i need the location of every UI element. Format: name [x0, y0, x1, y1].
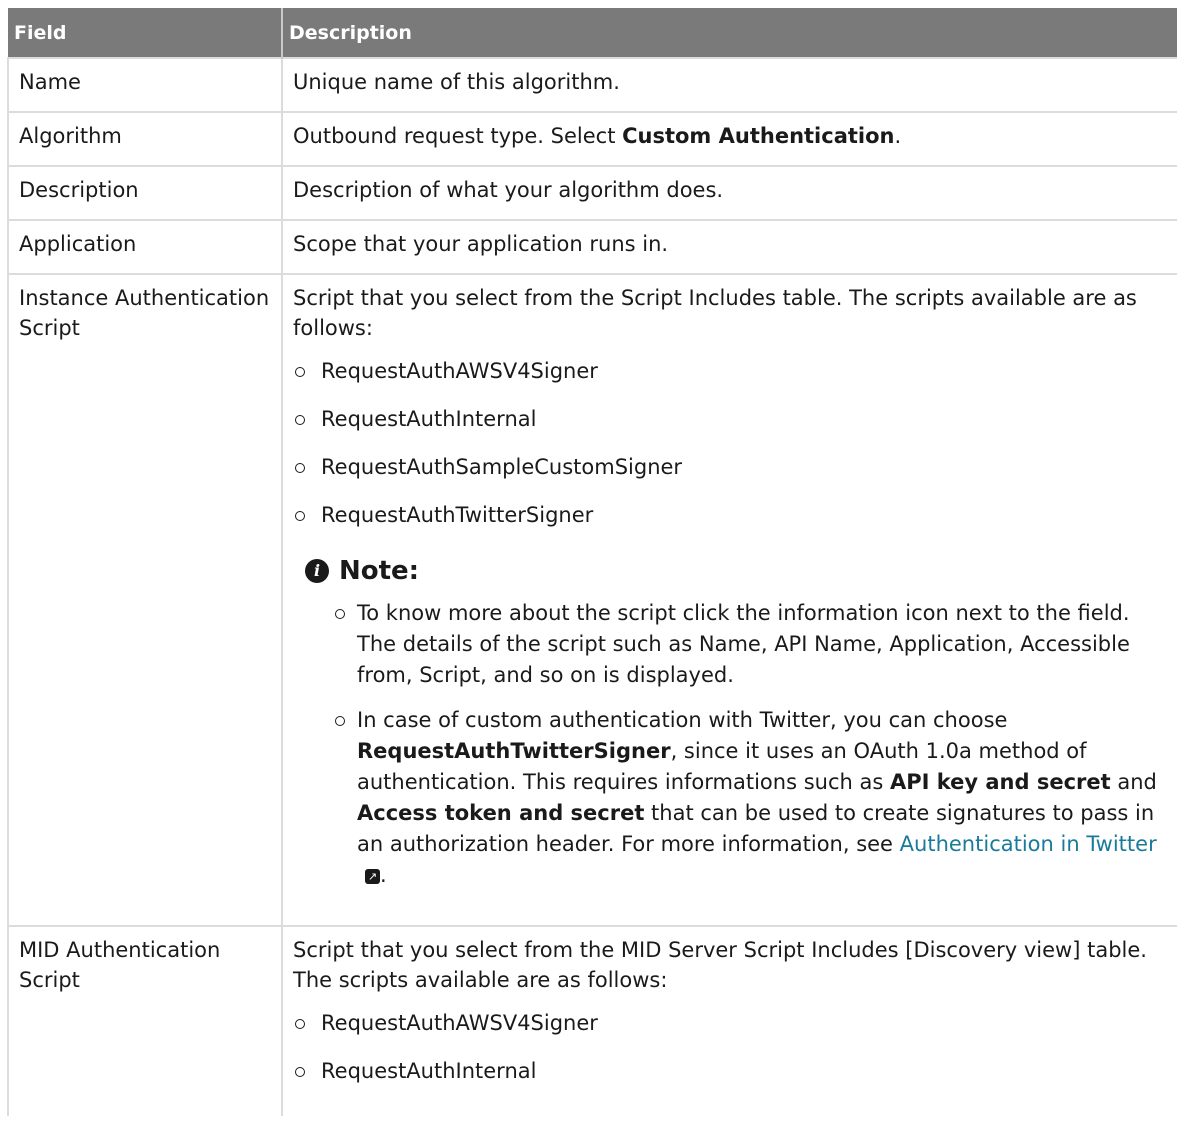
- header-description: Description: [281, 8, 1177, 58]
- text: Outbound request type. Select: [293, 124, 623, 148]
- info-icon: i: [305, 559, 329, 583]
- bold-text: Access token and secret: [357, 801, 645, 825]
- script-options-list: RequestAuthAWSV4Signer RequestAuthIntern…: [293, 1008, 1167, 1086]
- table-row: Instance Authentication Script Script th…: [7, 273, 1177, 926]
- field-cell: Description: [7, 165, 282, 220]
- note-title: Note:: [339, 556, 420, 586]
- text: .: [894, 124, 902, 148]
- bold-text: API key and secret: [889, 770, 1111, 794]
- bold-text: RequestAuthTwitterSigner: [357, 739, 671, 763]
- field-cell: Instance Authentication Script: [7, 273, 282, 926]
- note-box: i Note: To know more about the script cl…: [305, 556, 1167, 891]
- table-row: Description Description of what your alg…: [7, 165, 1177, 220]
- list-item: RequestAuthAWSV4Signer: [293, 1008, 1167, 1038]
- external-link-icon: ↗: [365, 869, 380, 884]
- note-heading: i Note:: [305, 556, 1167, 586]
- table-row: MID Authentication Script Script that yo…: [7, 925, 1177, 1116]
- list-item: RequestAuthInternal: [293, 1056, 1167, 1086]
- script-options-list: RequestAuthAWSV4Signer RequestAuthIntern…: [293, 356, 1167, 530]
- twitter-auth-link[interactable]: Authentication in Twitter: [900, 832, 1157, 856]
- text: In case of custom authentication with Tw…: [357, 708, 1008, 732]
- description-cell: Description of what your algorithm does.: [281, 165, 1177, 220]
- list-item: RequestAuthInternal: [293, 404, 1167, 434]
- list-item: RequestAuthAWSV4Signer: [293, 356, 1167, 386]
- bold-text: Custom Authentication: [622, 124, 895, 148]
- table-row: Algorithm Outbound request type. Select …: [7, 111, 1177, 166]
- table-row: Name Unique name of this algorithm.: [7, 57, 1177, 112]
- field-cell: MID Authentication Script: [7, 925, 282, 1116]
- field-cell: Algorithm: [7, 111, 282, 166]
- field-cell: Application: [7, 219, 282, 274]
- header-field: Field: [8, 8, 282, 58]
- list-item: In case of custom authentication with Tw…: [335, 705, 1167, 891]
- description-cell: Unique name of this algorithm.: [281, 57, 1177, 112]
- table-row: Application Scope that your application …: [7, 219, 1177, 274]
- description-text: Script that you select from the Script I…: [293, 286, 1137, 340]
- description-text: Script that you select from the MID Serv…: [293, 938, 1147, 992]
- text: and: [1110, 770, 1157, 794]
- description-cell: Script that you select from the Script I…: [281, 273, 1177, 926]
- list-item: To know more about the script click the …: [335, 598, 1167, 691]
- field-cell: Name: [7, 57, 282, 112]
- text: .: [380, 863, 387, 887]
- description-cell: Script that you select from the MID Serv…: [281, 925, 1177, 1116]
- description-cell: Outbound request type. Select Custom Aut…: [281, 111, 1177, 166]
- description-cell: Scope that your application runs in.: [281, 219, 1177, 274]
- note-list: To know more about the script click the …: [305, 598, 1167, 891]
- list-item: RequestAuthSampleCustomSigner: [293, 452, 1167, 482]
- header-row: Field Description: [8, 8, 1177, 58]
- fields-table: Field Description Name Unique name of th…: [7, 8, 1177, 1116]
- list-item: RequestAuthTwitterSigner: [293, 500, 1167, 530]
